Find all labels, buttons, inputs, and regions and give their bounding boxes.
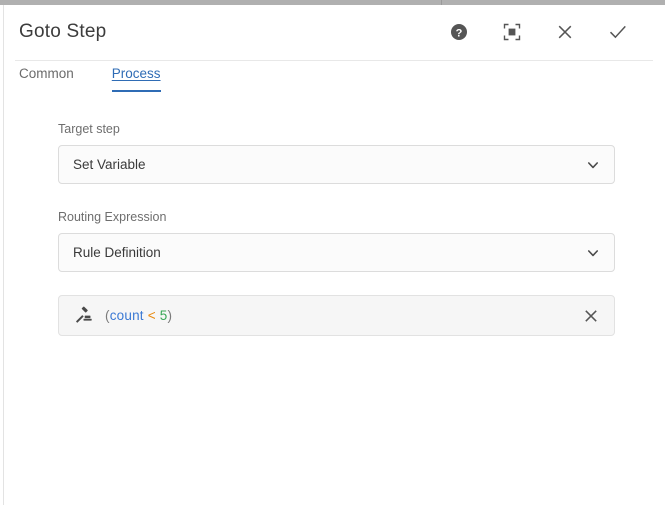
routing-expression-select[interactable]: Rule Definition — [58, 233, 615, 272]
maximize-icon[interactable] — [500, 20, 524, 44]
help-icon[interactable]: ? — [447, 20, 471, 44]
svg-text:?: ? — [456, 27, 463, 39]
expr-operator: < — [148, 308, 156, 323]
process-form: Target step Set Variable Routing Express… — [4, 92, 665, 336]
rule-expression-text: (count < 5) — [105, 308, 172, 323]
tab-bar: Common Process — [4, 58, 665, 92]
routing-expression-value: Rule Definition — [73, 245, 161, 260]
dialog-header: Goto Step ? — [4, 5, 665, 58]
expr-variable: count — [110, 308, 144, 323]
target-step-label: Target step — [58, 122, 665, 137]
close-icon[interactable] — [553, 20, 577, 44]
clear-rule-expression-icon[interactable] — [580, 305, 602, 327]
rule-expression-row[interactable]: (count < 5) — [58, 295, 615, 336]
target-step-field: Target step Set Variable — [58, 122, 665, 184]
target-step-select[interactable]: Set Variable — [58, 145, 615, 184]
gavel-icon — [73, 306, 93, 326]
tab-common[interactable]: Common — [19, 66, 74, 92]
target-step-value: Set Variable — [73, 157, 146, 172]
chevron-down-icon — [586, 246, 600, 260]
goto-step-dialog: Goto Step ? — [3, 5, 665, 505]
routing-expression-label: Routing Expression — [58, 210, 665, 225]
page-title: Goto Step — [19, 21, 106, 43]
expr-close-paren: ) — [167, 308, 172, 323]
header-divider — [15, 60, 653, 61]
header-actions: ? — [447, 20, 654, 44]
confirm-icon[interactable] — [606, 20, 630, 44]
chevron-down-icon — [586, 158, 600, 172]
tab-process[interactable]: Process — [112, 66, 161, 92]
routing-expression-field: Routing Expression Rule Definition — [58, 210, 665, 272]
